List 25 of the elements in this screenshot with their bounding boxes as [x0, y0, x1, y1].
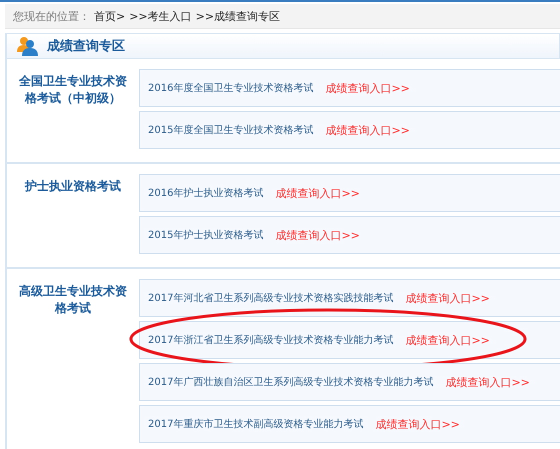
- exam-name: 2017年重庆市卫生技术副高级资格专业能力考试: [148, 418, 364, 431]
- exam-name: 2016年护士执业资格考试: [148, 186, 264, 200]
- exam-name: 2016年度全国卫生专业技术资格考试: [148, 82, 314, 95]
- score-query-link[interactable]: 成绩查询入口>>: [325, 80, 410, 96]
- exam-name: 2017年浙江省卫生系列高级专业技术资格专业能力考试: [148, 334, 394, 347]
- breadcrumb-link[interactable]: 首页>: [94, 8, 126, 24]
- panel-title: 成绩查询专区: [47, 38, 125, 55]
- exam-name: 2017年河北省卫生系列高级专业技术资格实践技能考试: [148, 292, 394, 305]
- score-query-link[interactable]: 成绩查询入口>>: [275, 186, 360, 200]
- exam-name: 2017年广西壮族自治区卫生系列高级专业技术资格专业能力考试: [148, 376, 434, 389]
- score-query-link[interactable]: 成绩查询入口>>: [325, 122, 410, 138]
- score-query-link[interactable]: 成绩查询入口>>: [405, 290, 490, 306]
- breadcrumb-link[interactable]: >>成绩查询专区: [196, 8, 280, 24]
- score-query-link[interactable]: 成绩查询入口>>: [445, 374, 530, 390]
- category-title: 全国卫生专业技术资格考试（中初级）: [19, 73, 127, 107]
- exam-name: 2015年度全国卫生专业技术资格考试: [148, 124, 314, 137]
- score-query-link[interactable]: 成绩查询入口>>: [405, 332, 490, 348]
- category-title: 高级卫生专业技术资格考试: [19, 283, 127, 317]
- users-icon: [17, 36, 39, 56]
- breadcrumb-label: 您现在的位置：: [13, 8, 90, 24]
- score-query-link[interactable]: 成绩查询入口>>: [375, 416, 460, 432]
- category-title: 护士执业资格考试: [24, 178, 122, 195]
- score-query-link[interactable]: 成绩查询入口>>: [275, 228, 360, 242]
- exam-name: 2015年护士执业资格考试: [148, 228, 264, 242]
- breadcrumb-link[interactable]: >>考生入口: [129, 8, 192, 24]
